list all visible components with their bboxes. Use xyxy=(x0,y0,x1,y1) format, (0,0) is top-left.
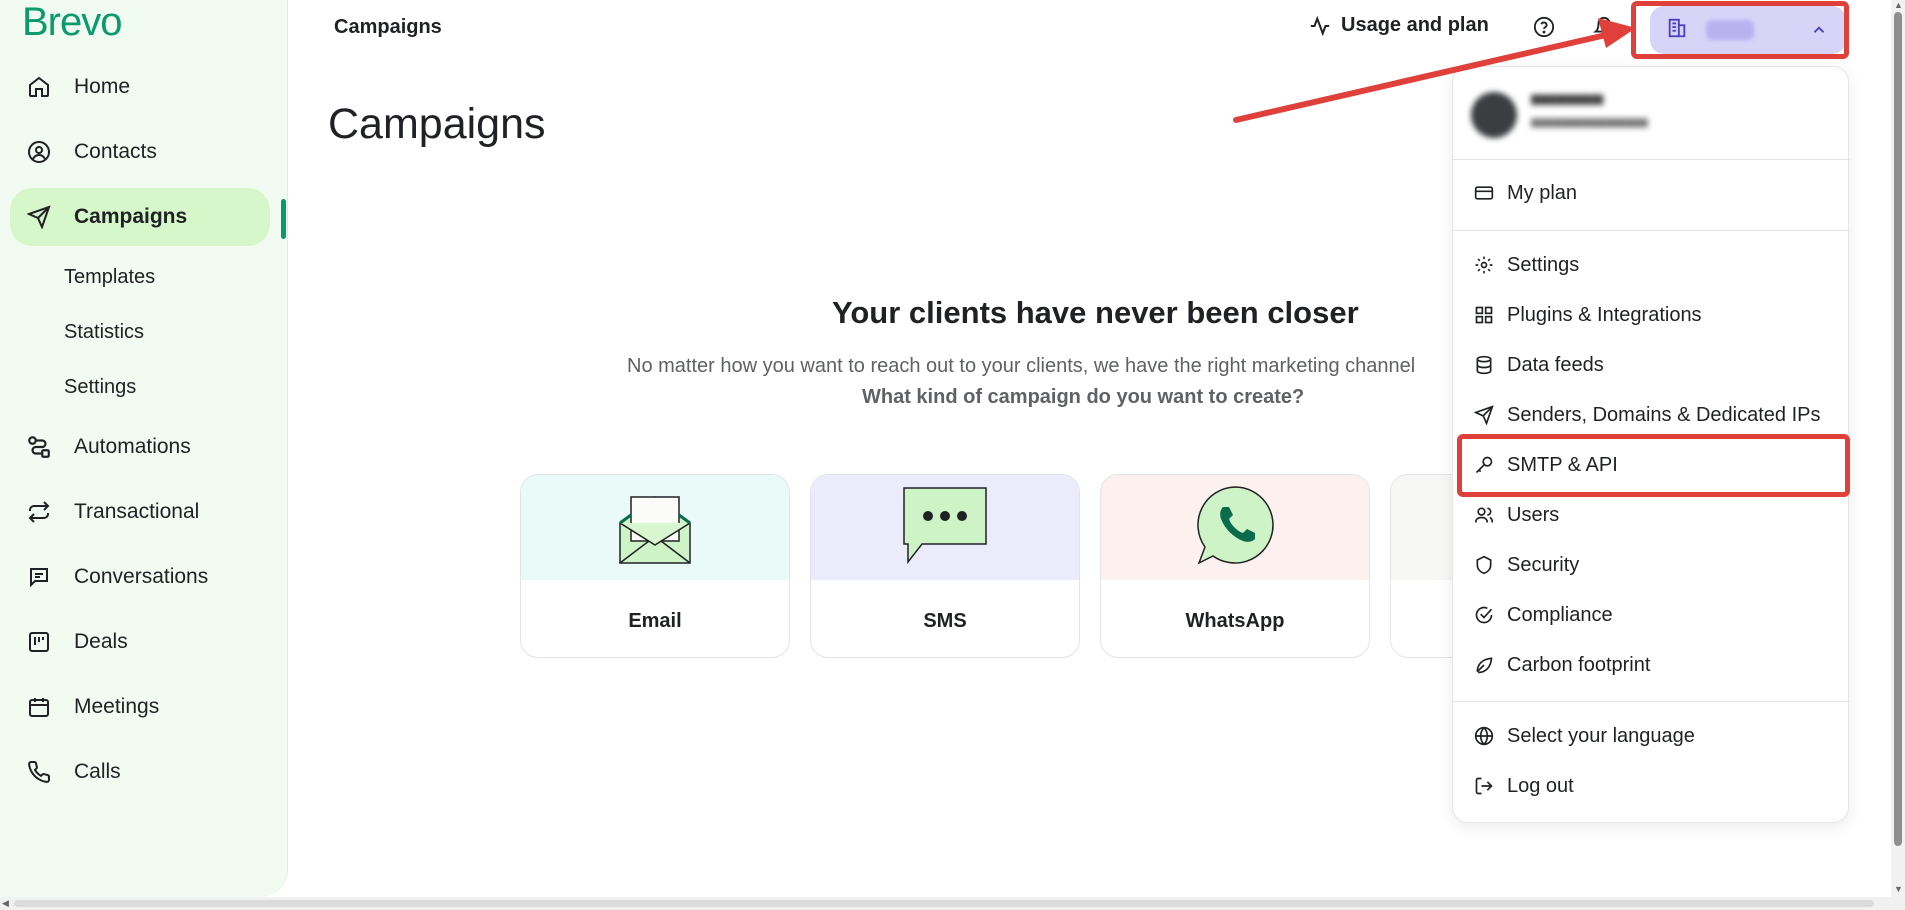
annotation-arrow xyxy=(1233,18,1636,123)
scrollbar-thumb[interactable] xyxy=(1894,12,1902,846)
scroll-up-icon[interactable]: ▲ xyxy=(1894,0,1903,10)
scroll-left-icon[interactable]: ◀ xyxy=(2,898,9,909)
vertical-scrollbar[interactable]: ▲ ▼ xyxy=(1891,0,1905,897)
scroll-down-icon[interactable]: ▼ xyxy=(1894,884,1903,894)
app-window: Brevo Home Contacts Campaigns Templates … xyxy=(0,0,1905,910)
scrollbar-thumb[interactable] xyxy=(14,900,1874,907)
horizontal-scrollbar[interactable]: ◀ xyxy=(0,897,1905,910)
